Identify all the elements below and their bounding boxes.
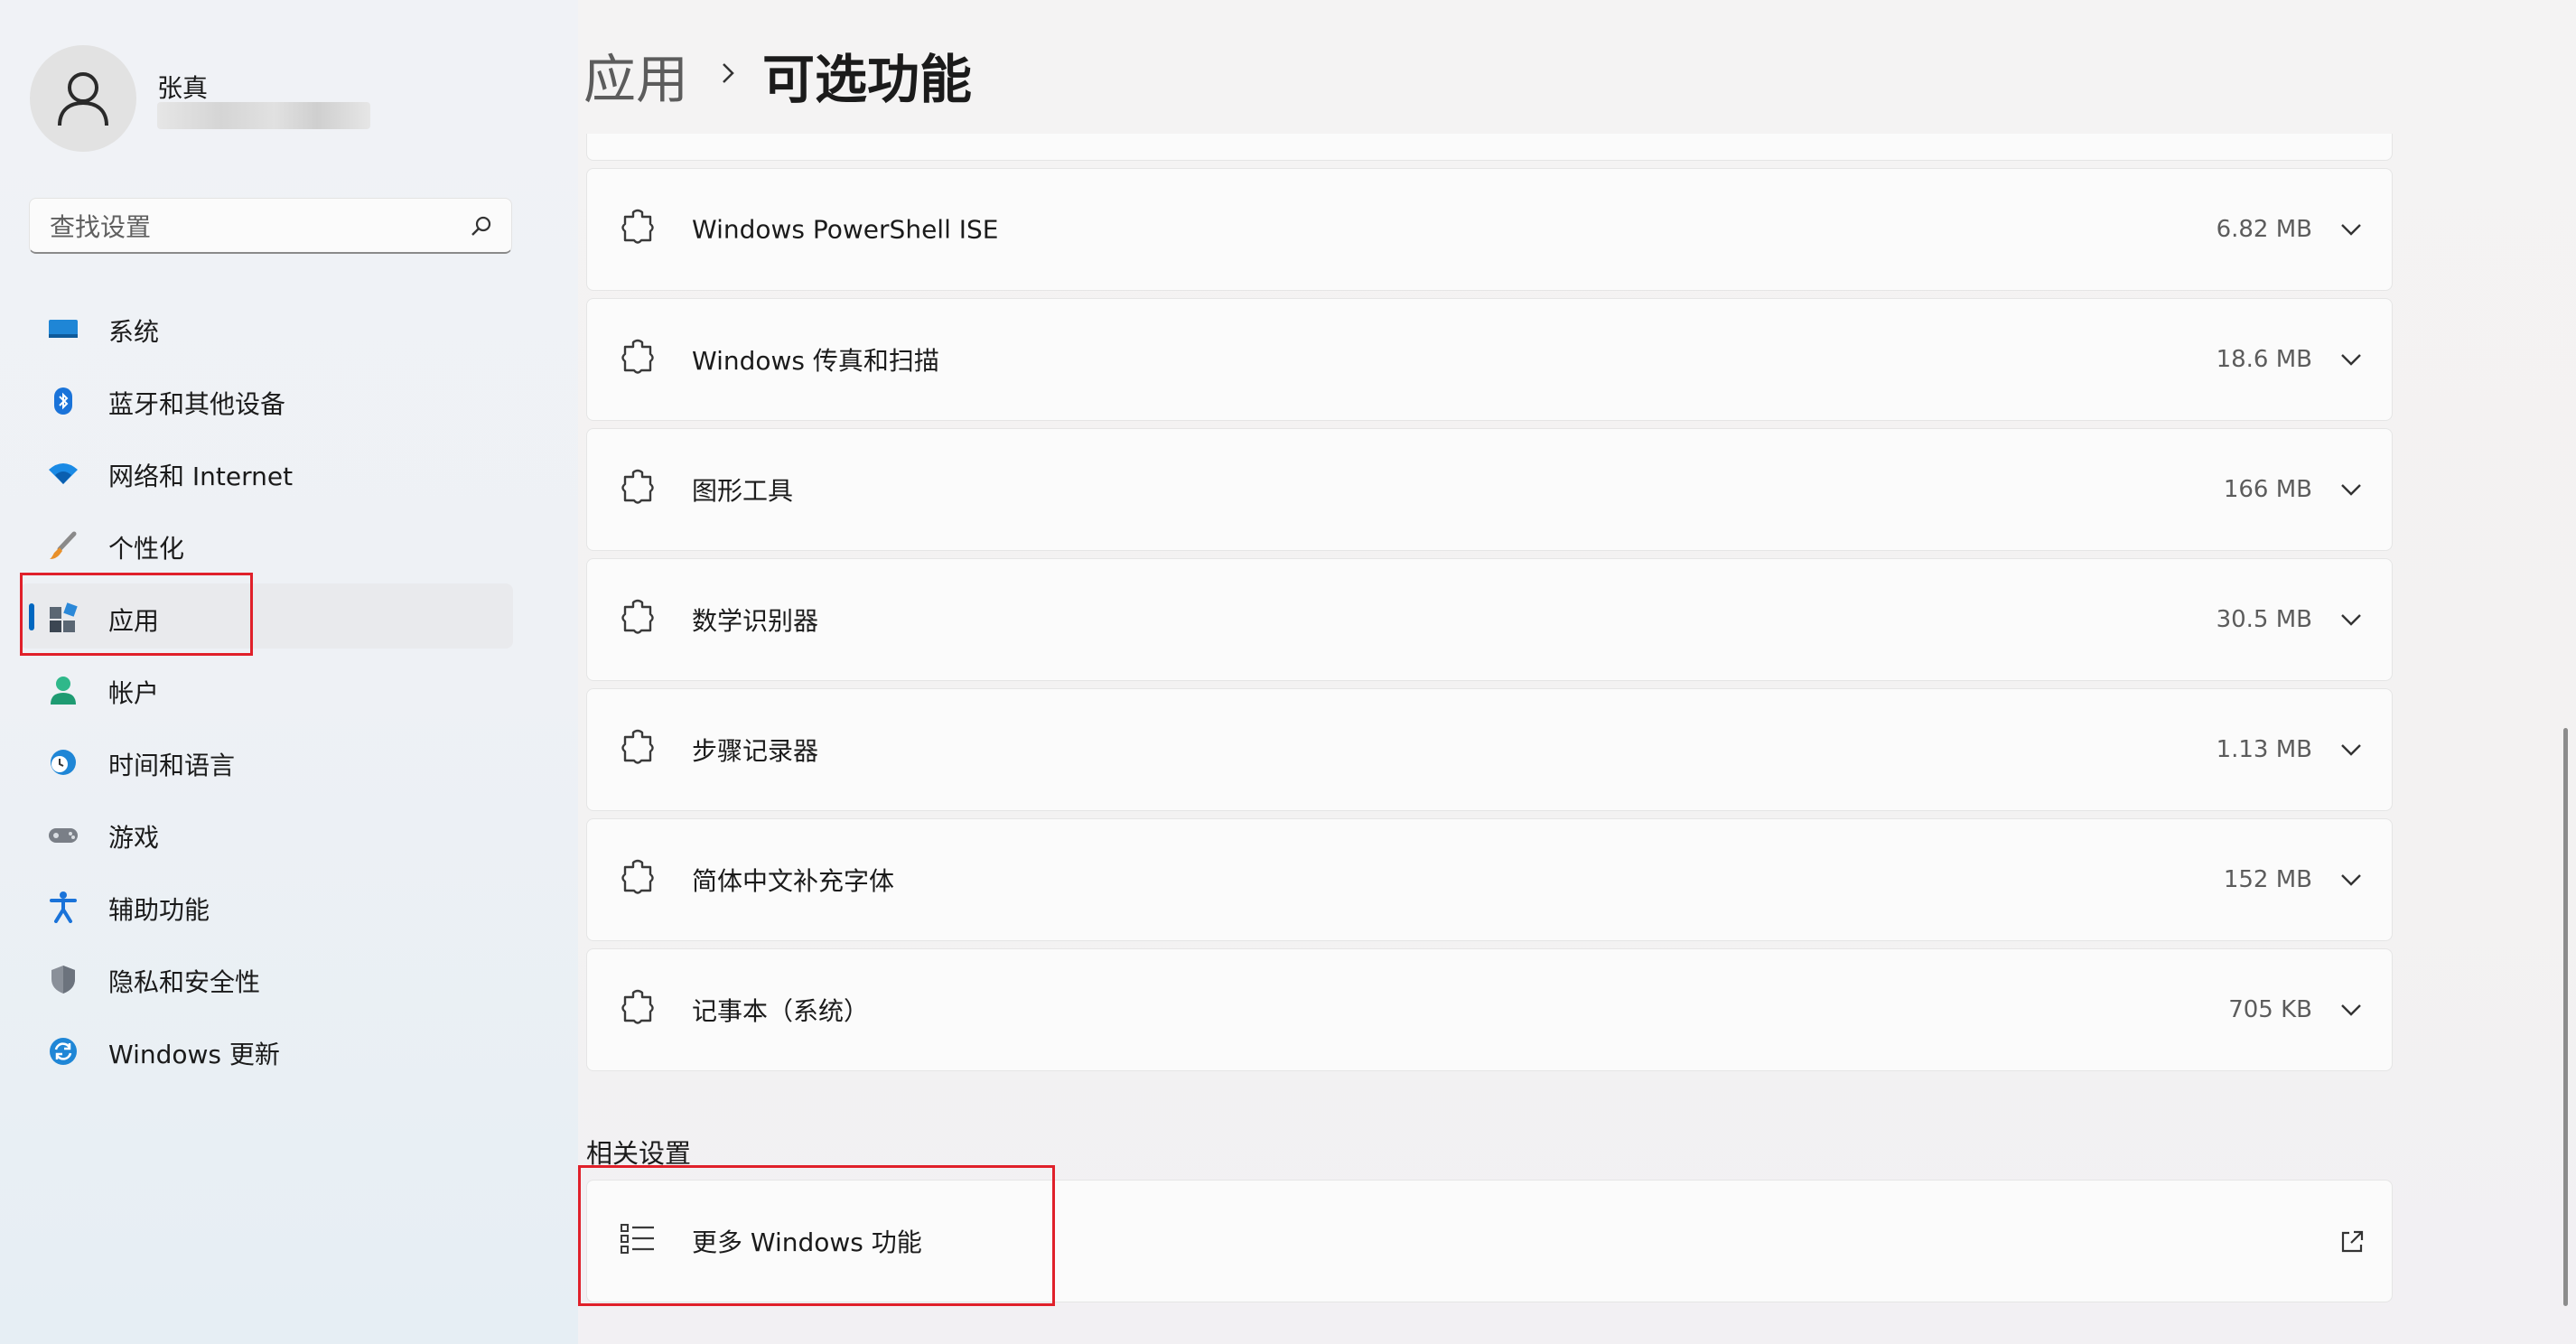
- feature-name: 数学识别器: [692, 606, 819, 636]
- feature-size: 152 MB: [2223, 866, 2312, 893]
- sidebar-item-label: 帐户: [108, 678, 160, 708]
- sidebar-item-label: 个性化: [108, 534, 185, 564]
- chevron-down-icon[interactable]: [2339, 742, 2363, 757]
- search-icon[interactable]: [470, 215, 493, 242]
- sidebar-item-label: 蓝牙和其他设备: [108, 389, 286, 419]
- sidebar-item-label: Windows 更新: [108, 1040, 280, 1069]
- sidebar-item-label: 辅助功能: [108, 895, 210, 925]
- sidebar-item-time-language[interactable]: 时间和语言: [20, 728, 513, 793]
- feature-card[interactable]: Windows PowerShell ISE 6.82 MB: [586, 168, 2393, 291]
- person-icon: [58, 72, 108, 126]
- sidebar-nav: 系统 蓝牙和其他设备 网络和 Internet 个性化 应用 帐户 时间和语言 …: [20, 294, 513, 1089]
- sidebar-item-label: 游戏: [108, 823, 160, 853]
- feature-card[interactable]: 简体中文补充字体 152 MB: [586, 818, 2393, 941]
- sidebar-item-system[interactable]: 系统: [20, 294, 513, 359]
- user-name: 张真: [157, 73, 209, 103]
- sidebar-item-privacy[interactable]: 隐私和安全性: [20, 945, 513, 1010]
- chevron-down-icon[interactable]: [2339, 352, 2363, 367]
- chevron-down-icon[interactable]: [2339, 873, 2363, 887]
- feature-name: 图形工具: [692, 476, 794, 506]
- feature-card[interactable]: 步骤记录器 1.13 MB: [586, 688, 2393, 811]
- chevron-right-icon: [721, 61, 735, 89]
- search-box[interactable]: [29, 198, 512, 254]
- feature-card[interactable]: 数学识别器 30.5 MB: [586, 558, 2393, 681]
- shield-icon: [47, 963, 79, 995]
- bluetooth-icon: [47, 385, 79, 417]
- breadcrumb: 应用 可选功能: [583, 43, 972, 110]
- user-email-redacted: [157, 102, 370, 129]
- puzzle-icon: [618, 598, 658, 641]
- sidebar-item-label: 网络和 Internet: [108, 462, 294, 491]
- clock-globe-icon: [47, 746, 79, 779]
- brush-icon: [47, 529, 79, 562]
- sidebar-item-accounts[interactable]: 帐户: [20, 656, 513, 721]
- page-title: 可选功能: [762, 49, 973, 110]
- avatar[interactable]: [30, 45, 136, 152]
- accessibility-icon: [47, 891, 79, 923]
- sidebar-item-network[interactable]: 网络和 Internet: [20, 439, 513, 504]
- feature-size: 1.13 MB: [2216, 736, 2312, 763]
- puzzle-icon: [618, 728, 658, 771]
- sidebar-item-accessibility[interactable]: 辅助功能: [20, 873, 513, 938]
- sidebar-item-label: 隐私和安全性: [108, 967, 261, 997]
- puzzle-icon: [618, 988, 658, 1031]
- scrollbar[interactable]: [2563, 728, 2568, 1306]
- feature-card-partial[interactable]: [586, 134, 2393, 161]
- list-icon: [618, 1219, 658, 1263]
- feature-size: 6.82 MB: [2216, 216, 2312, 243]
- chevron-down-icon[interactable]: [2339, 612, 2363, 627]
- sidebar-item-label: 系统: [108, 317, 160, 347]
- feature-name: Windows PowerShell ISE: [692, 214, 999, 245]
- feature-card[interactable]: 记事本（系统） 705 KB: [586, 948, 2393, 1071]
- related-settings-heading: 相关设置: [586, 1138, 692, 1169]
- search-input[interactable]: [48, 210, 449, 244]
- feature-size: 166 MB: [2223, 476, 2312, 503]
- sidebar-item-gaming[interactable]: 游戏: [20, 800, 513, 865]
- account-icon: [47, 674, 79, 706]
- feature-name: Windows 传真和扫描: [692, 346, 939, 376]
- feature-name: 简体中文补充字体: [692, 866, 895, 896]
- more-windows-features-label: 更多 Windows 功能: [692, 1227, 922, 1257]
- feature-card[interactable]: Windows 传真和扫描 18.6 MB: [586, 298, 2393, 421]
- chevron-down-icon[interactable]: [2339, 482, 2363, 497]
- monitor-icon: [47, 313, 79, 345]
- wifi-icon: [47, 457, 79, 490]
- feature-name: 步骤记录器: [692, 736, 819, 766]
- feature-name: 记事本（系统）: [692, 996, 870, 1026]
- apps-icon: [47, 602, 79, 634]
- more-windows-features-link[interactable]: 更多 Windows 功能: [586, 1180, 2393, 1302]
- puzzle-icon: [618, 468, 658, 511]
- feature-size: 30.5 MB: [2216, 606, 2312, 633]
- sidebar-item-label: 时间和语言: [108, 751, 236, 780]
- sidebar-item-windows-update[interactable]: Windows 更新: [20, 1017, 513, 1082]
- sidebar-item-label: 应用: [108, 606, 160, 636]
- puzzle-icon: [618, 208, 658, 251]
- sidebar-item-bluetooth[interactable]: 蓝牙和其他设备: [20, 367, 513, 432]
- chevron-down-icon[interactable]: [2339, 222, 2363, 237]
- sidebar-item-personalization[interactable]: 个性化: [20, 511, 513, 576]
- breadcrumb-parent[interactable]: 应用: [583, 37, 688, 113]
- puzzle-icon: [618, 858, 658, 901]
- feature-card[interactable]: 图形工具 166 MB: [586, 428, 2393, 551]
- active-indicator: [29, 603, 34, 630]
- gamepad-icon: [47, 818, 79, 851]
- sync-icon: [47, 1035, 79, 1068]
- sidebar-item-apps[interactable]: 应用: [20, 583, 513, 649]
- puzzle-icon: [618, 338, 658, 381]
- chevron-down-icon[interactable]: [2339, 1003, 2363, 1017]
- open-external-icon[interactable]: [2339, 1229, 2365, 1255]
- feature-size: 705 KB: [2228, 996, 2312, 1023]
- feature-size: 18.6 MB: [2216, 346, 2312, 373]
